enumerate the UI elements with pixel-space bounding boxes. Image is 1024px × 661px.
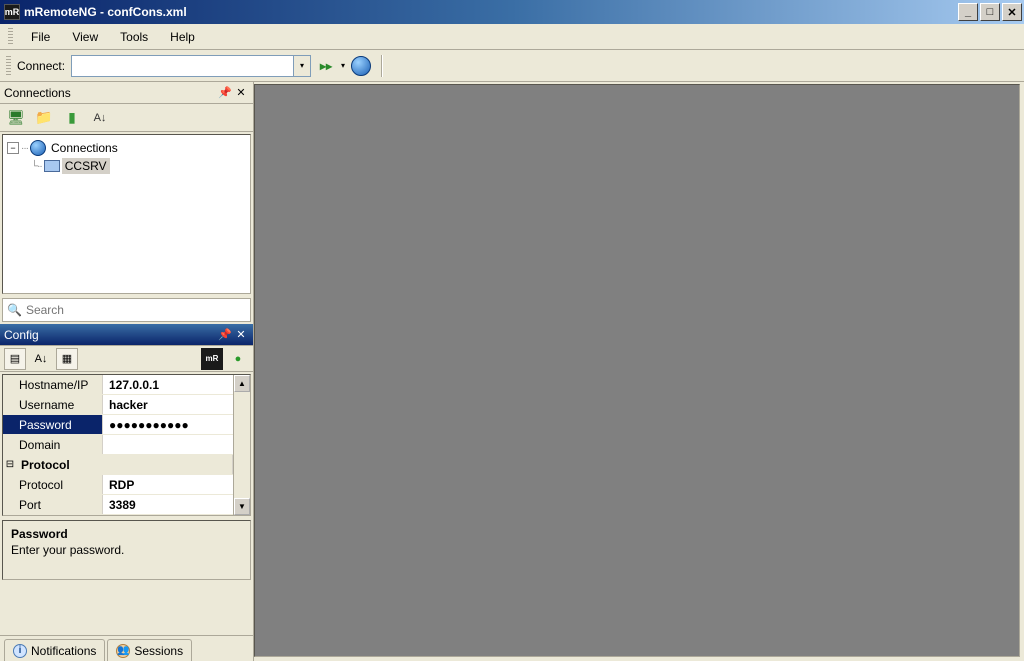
description-text: Enter your password. xyxy=(11,543,242,557)
property-description-pane: Password Enter your password. xyxy=(2,520,251,580)
prop-row-domain[interactable]: Domain xyxy=(3,435,233,455)
prop-value-hostname[interactable]: 127.0.0.1 xyxy=(103,375,233,394)
tree-connector-icon: ··· xyxy=(21,143,28,154)
prop-row-protocol[interactable]: Protocol RDP xyxy=(3,475,233,495)
prop-row-password[interactable]: Password ●●●●●●●●●●● xyxy=(3,415,233,435)
config-panel-header: Config 📌 ✕ xyxy=(0,324,253,346)
prop-value-username[interactable]: hacker xyxy=(103,395,233,414)
connections-pin-icon[interactable]: 📌 xyxy=(217,85,233,101)
sessions-icon: 👥 xyxy=(116,644,130,658)
toolbar-gripper-icon xyxy=(6,56,11,76)
window-title: mRemoteNG - confCons.xml xyxy=(24,5,958,19)
connections-panel-header: Connections 📌 ✕ xyxy=(0,82,253,104)
config-toolbar: ▤ A↓ ▦ mR ● xyxy=(0,346,253,372)
scroll-down-icon[interactable]: ▼ xyxy=(234,498,250,515)
categorized-icon[interactable]: ▤ xyxy=(4,348,26,370)
prop-row-port[interactable]: Port 3389 xyxy=(3,495,233,515)
tab-label: Sessions xyxy=(134,644,183,658)
connections-close-icon[interactable]: ✕ xyxy=(233,85,249,101)
globe-icon[interactable] xyxy=(351,56,371,76)
config-panel: Config 📌 ✕ ▤ A↓ ▦ mR ● Hostname/IP 127.0… xyxy=(0,324,253,661)
prop-label: Domain xyxy=(3,435,103,454)
minimize-button[interactable]: _ xyxy=(958,3,978,21)
tree-connector-icon: └·· xyxy=(31,161,42,172)
menu-tools[interactable]: Tools xyxy=(110,27,158,47)
app-icon: mR xyxy=(4,4,20,20)
config-status-icon[interactable]: ● xyxy=(227,348,249,370)
mdi-client-area xyxy=(254,84,1020,657)
prop-label: Port xyxy=(3,495,103,514)
tree-root-label[interactable]: Connections xyxy=(48,140,121,156)
close-button[interactable]: ✕ xyxy=(1002,3,1022,21)
connect-label: Connect: xyxy=(17,59,65,73)
tree-root-row[interactable]: − ··· Connections xyxy=(7,139,246,157)
menu-bar: File View Tools Help xyxy=(0,24,1024,50)
tree-item-ccsrv[interactable]: └·· CCSRV xyxy=(7,157,246,175)
tab-notifications[interactable]: i Notifications xyxy=(4,639,105,661)
sort-az-icon[interactable]: A↓ xyxy=(90,108,110,128)
connections-panel: Connections 📌 ✕ 🖥 📁 ▮ A↓ − ··· Connectio… xyxy=(0,82,253,324)
description-title: Password xyxy=(11,527,242,541)
prop-value-port[interactable]: 3389 xyxy=(103,495,233,514)
tree-collapse-icon[interactable]: − xyxy=(7,142,19,154)
tab-sessions[interactable]: 👥 Sessions xyxy=(107,639,192,661)
config-panel-title: Config xyxy=(4,328,217,342)
prop-category-label: Protocol xyxy=(17,455,233,474)
prop-row-hostname[interactable]: Hostname/IP 127.0.0.1 xyxy=(3,375,233,395)
search-input[interactable] xyxy=(26,303,246,317)
connection-monitor-icon xyxy=(44,160,60,172)
tab-label: Notifications xyxy=(31,644,96,658)
prop-row-username[interactable]: Username hacker xyxy=(3,395,233,415)
category-collapse-icon[interactable]: ⊟ xyxy=(3,455,17,474)
search-icon: 🔍 xyxy=(7,303,22,317)
config-mr-icon[interactable]: mR xyxy=(201,348,223,370)
config-pin-icon[interactable]: 📌 xyxy=(217,327,233,343)
connections-toolbar: 🖥 📁 ▮ A↓ xyxy=(0,104,253,132)
new-connection-icon[interactable]: 🖥 xyxy=(6,108,26,128)
menu-gripper-icon xyxy=(8,28,13,46)
prop-value-domain[interactable] xyxy=(103,435,233,454)
menu-file[interactable]: File xyxy=(21,27,60,47)
new-folder-icon[interactable]: 📁 xyxy=(34,108,54,128)
property-pages-icon[interactable]: ▦ xyxy=(56,348,78,370)
quick-connect-menu-icon[interactable]: ▾ xyxy=(341,61,345,70)
bottom-tabstrip: i Notifications 👥 Sessions xyxy=(0,635,253,661)
menu-help[interactable]: Help xyxy=(160,27,205,47)
connect-combo-dropdown-icon[interactable]: ▾ xyxy=(293,56,310,76)
prop-value-protocol[interactable]: RDP xyxy=(103,475,233,494)
tree-item-label[interactable]: CCSRV xyxy=(62,158,110,174)
prop-category-protocol[interactable]: ⊟ Protocol xyxy=(3,455,233,475)
property-grid[interactable]: Hostname/IP 127.0.0.1 Username hacker Pa… xyxy=(2,374,251,516)
prop-label: Username xyxy=(3,395,103,414)
prop-label: Password xyxy=(3,415,103,434)
panels-icon[interactable]: ▮ xyxy=(62,108,82,128)
connect-toolbar: Connect: ▾ ▸▸ ▾ xyxy=(0,50,1024,82)
prop-label: Hostname/IP xyxy=(3,375,103,394)
maximize-button[interactable]: □ xyxy=(980,3,1000,21)
info-icon: i xyxy=(13,644,27,658)
title-bar: mR mRemoteNG - confCons.xml _ □ ✕ xyxy=(0,0,1024,24)
connections-panel-title: Connections xyxy=(4,86,217,100)
prop-label: Protocol xyxy=(3,475,103,494)
connections-search[interactable]: 🔍 xyxy=(2,298,251,322)
connect-combo[interactable]: ▾ xyxy=(71,55,311,77)
scroll-up-icon[interactable]: ▲ xyxy=(234,375,250,392)
toolbar-separator-icon xyxy=(381,55,383,77)
property-grid-scrollbar[interactable]: ▲ ▼ xyxy=(233,375,250,515)
tree-root-globe-icon xyxy=(30,140,46,156)
connections-tree[interactable]: − ··· Connections └·· CCSRV xyxy=(2,134,251,294)
quick-connect-icon[interactable]: ▸▸ xyxy=(317,57,335,75)
config-close-icon[interactable]: ✕ xyxy=(233,327,249,343)
prop-value-password[interactable]: ●●●●●●●●●●● xyxy=(103,415,233,434)
alphabetical-icon[interactable]: A↓ xyxy=(30,348,52,370)
menu-view[interactable]: View xyxy=(62,27,108,47)
